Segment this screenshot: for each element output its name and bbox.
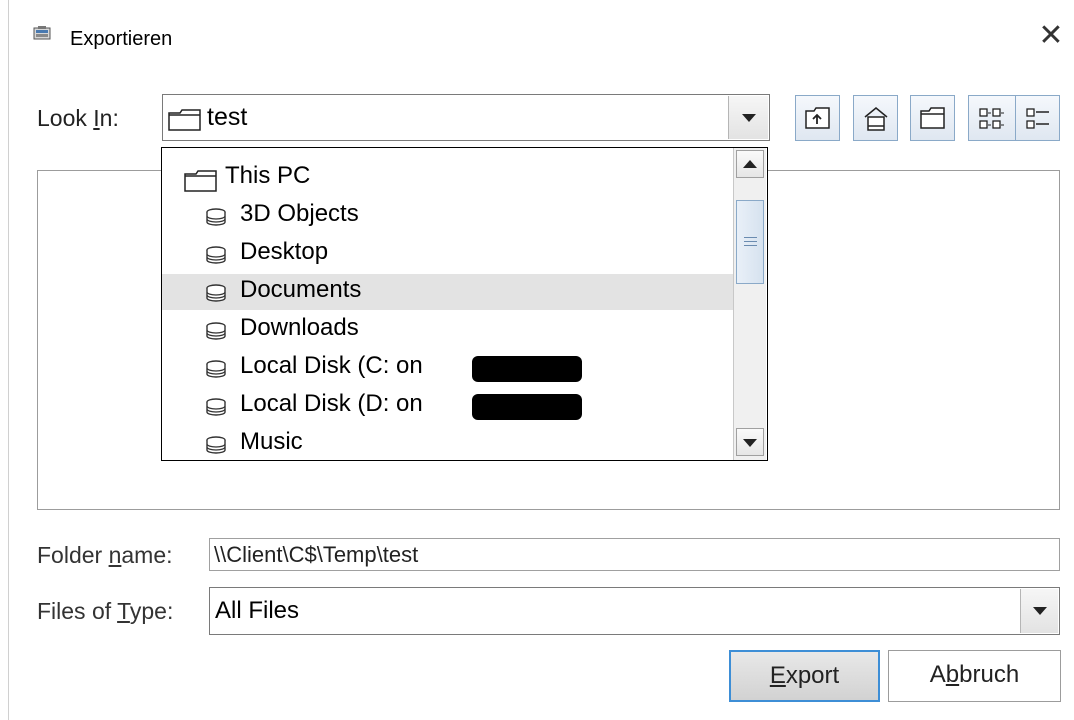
window-title: Exportieren bbox=[70, 28, 173, 50]
list-item[interactable]: Desktop bbox=[162, 236, 734, 272]
list-item[interactable]: 3D Objects bbox=[162, 198, 734, 234]
look-in-label: Look In: bbox=[37, 105, 119, 131]
drive-icon bbox=[205, 398, 227, 421]
home-icon bbox=[864, 107, 888, 131]
chevron-down-icon bbox=[742, 114, 756, 122]
folder-icon bbox=[168, 109, 202, 136]
folder-name-input[interactable] bbox=[209, 538, 1060, 571]
grip-line bbox=[744, 245, 757, 246]
details-view-icon bbox=[1026, 108, 1049, 129]
scroll-thumb[interactable] bbox=[736, 200, 764, 284]
list-view-icon bbox=[979, 108, 1004, 129]
details-view-button[interactable] bbox=[1015, 95, 1060, 141]
list-item-label: Local Disk (D: on bbox=[240, 390, 423, 417]
grip-line bbox=[744, 237, 757, 238]
look-in-dropdown-button[interactable] bbox=[728, 96, 768, 139]
list-item[interactable]: This PC bbox=[162, 160, 734, 196]
drive-icon bbox=[205, 436, 227, 459]
new-folder-icon bbox=[920, 107, 945, 129]
list-item-label: This PC bbox=[225, 162, 311, 189]
list-item[interactable]: Music bbox=[162, 426, 734, 460]
redaction-bar bbox=[472, 394, 582, 420]
cancel-button[interactable]: Abbruch bbox=[888, 650, 1061, 702]
folder-name-label: Folder name: bbox=[37, 542, 173, 568]
chevron-down-icon bbox=[743, 439, 757, 447]
app-icon bbox=[33, 26, 53, 42]
up-one-level-icon bbox=[805, 107, 830, 129]
chevron-down-icon bbox=[1033, 607, 1047, 615]
list-item-label: Downloads bbox=[240, 314, 359, 341]
drive-icon bbox=[205, 360, 227, 383]
list-item-selected[interactable]: Documents bbox=[162, 274, 734, 310]
home-button[interactable] bbox=[853, 95, 898, 141]
list-view-button[interactable] bbox=[968, 95, 1016, 141]
look-in-value: test bbox=[207, 103, 248, 131]
list-item[interactable]: Local Disk (D: on bbox=[162, 388, 734, 424]
drive-icon bbox=[205, 246, 227, 269]
chevron-up-icon bbox=[743, 160, 757, 168]
export-button[interactable]: Export bbox=[729, 650, 880, 702]
folder-icon bbox=[184, 170, 218, 197]
close-icon[interactable]: ✕ bbox=[1036, 21, 1066, 52]
files-of-type-combo[interactable]: All Files bbox=[209, 587, 1060, 635]
list-item-label: Documents bbox=[240, 276, 362, 303]
look-in-combo[interactable]: test bbox=[162, 94, 770, 141]
scroll-down-button[interactable] bbox=[736, 428, 764, 456]
new-folder-button[interactable] bbox=[910, 95, 955, 141]
drive-icon bbox=[205, 208, 227, 231]
dropdown-scrollbar[interactable] bbox=[733, 148, 766, 460]
scroll-up-button[interactable] bbox=[736, 150, 764, 178]
drive-icon bbox=[205, 322, 227, 345]
files-of-type-dropdown-button[interactable] bbox=[1020, 589, 1058, 633]
list-item-label: Local Disk (C: on bbox=[240, 352, 423, 379]
list-item-label: Desktop bbox=[240, 238, 329, 265]
files-of-type-value: All Files bbox=[215, 597, 300, 624]
list-item[interactable]: Downloads bbox=[162, 312, 734, 348]
look-in-dropdown-list[interactable]: This PC 3D Objects Desktop Documents Dow… bbox=[161, 147, 768, 461]
drive-icon bbox=[205, 284, 227, 307]
window-left-edge bbox=[8, 0, 9, 720]
redaction-bar bbox=[472, 356, 582, 382]
list-item[interactable]: Local Disk (C: on bbox=[162, 350, 734, 386]
files-of-type-label: Files of Type: bbox=[37, 598, 174, 624]
up-one-level-button[interactable] bbox=[795, 95, 840, 141]
grip-line bbox=[744, 241, 757, 242]
list-item-label: Music bbox=[240, 428, 303, 455]
list-item-label: 3D Objects bbox=[240, 200, 359, 227]
